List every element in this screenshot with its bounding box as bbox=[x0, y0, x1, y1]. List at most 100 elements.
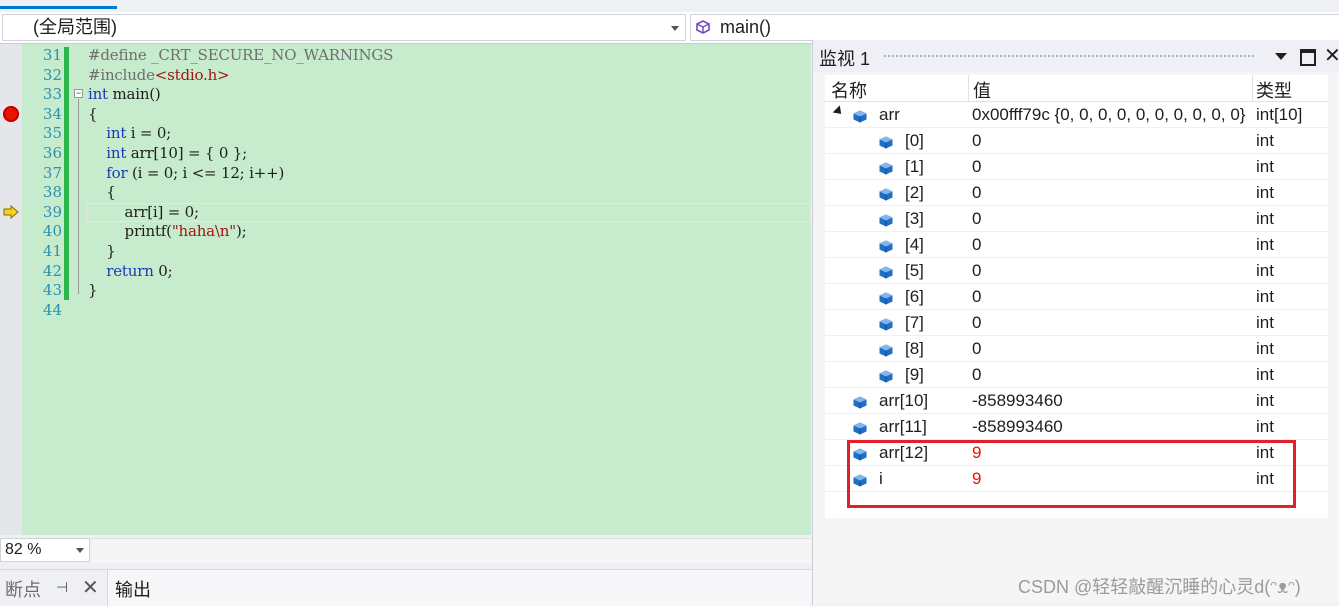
watch-variable-value[interactable]: -858993460 bbox=[972, 391, 1255, 411]
code-line[interactable]: 35 int i = 0; bbox=[0, 123, 811, 143]
horizontal-scrollbar[interactable] bbox=[92, 538, 811, 563]
watch-variable-value[interactable]: 0 bbox=[972, 183, 1255, 203]
chevron-down-icon bbox=[671, 26, 679, 31]
code-line[interactable]: 44 bbox=[0, 300, 811, 320]
line-number: 43 bbox=[42, 281, 62, 300]
watch-row[interactable]: arr[11] -858993460 int bbox=[825, 414, 1328, 440]
watch-variable-value[interactable]: 0 bbox=[972, 209, 1255, 229]
watch-variable-value[interactable]: 0 bbox=[972, 287, 1255, 307]
drag-grip[interactable] bbox=[883, 54, 1255, 59]
variable-cube-icon bbox=[879, 264, 893, 279]
expand-triangle-icon[interactable] bbox=[832, 105, 845, 118]
watch-variable-name[interactable]: arr[10] bbox=[879, 391, 928, 411]
code-line[interactable]: 34 { bbox=[0, 104, 811, 124]
watch-variable-value[interactable]: 0 bbox=[972, 339, 1255, 359]
code-line[interactable]: 31 #define _CRT_SECURE_NO_WARNINGS bbox=[0, 45, 811, 65]
code-line[interactable]: 36 int arr[10] = { 0 }; bbox=[0, 143, 811, 163]
watch-variable-type: int bbox=[1256, 391, 1274, 410]
watch-variable-name[interactable]: [9] bbox=[905, 365, 924, 385]
code-line[interactable]: 33 int main() bbox=[0, 84, 811, 104]
watch-titlebar[interactable]: 监视 1 ✕ bbox=[813, 40, 1339, 72]
line-number: 44 bbox=[42, 300, 62, 319]
watch-variable-name[interactable]: [7] bbox=[905, 313, 924, 333]
code-token: for bbox=[106, 163, 128, 182]
code-token: "haha\n" bbox=[171, 222, 236, 241]
watch-variable-name[interactable]: [8] bbox=[905, 339, 924, 359]
line-number: 32 bbox=[42, 65, 62, 84]
code-line[interactable]: 41 } bbox=[0, 241, 811, 261]
watch-variable-value[interactable]: 0 bbox=[972, 261, 1255, 281]
code-line[interactable]: 42 return 0; bbox=[0, 261, 811, 281]
close-icon[interactable]: ✕ bbox=[1324, 43, 1339, 68]
zoom-level: 82 % bbox=[5, 541, 42, 558]
column-divider[interactable] bbox=[968, 75, 969, 101]
watch-variable-value[interactable]: 0 bbox=[972, 365, 1255, 385]
watch-row[interactable]: arr 0x00fff79c {0, 0, 0, 0, 0, 0, 0, 0, 0… bbox=[825, 102, 1328, 128]
window-menu-dropdown-icon[interactable] bbox=[1275, 53, 1287, 60]
watch-row[interactable]: [8] 0 int bbox=[825, 336, 1328, 362]
watch-variable-value[interactable]: 0 bbox=[972, 235, 1255, 255]
code-line[interactable]: 39 arr[i] = 0; bbox=[0, 202, 811, 222]
code-line[interactable]: 38 { bbox=[0, 182, 811, 202]
line-code: printf("haha\n"); bbox=[88, 221, 247, 241]
watch-variable-name[interactable]: [6] bbox=[905, 287, 924, 307]
maximize-icon[interactable] bbox=[1300, 49, 1316, 66]
watch-row[interactable]: [1] 0 int bbox=[825, 154, 1328, 180]
code-editor[interactable]: − 31 #define _CRT_SECURE_NO_WARNINGS 32 #in… bbox=[0, 44, 811, 535]
code-line[interactable]: 37 for (i = 0; i <= 12; i++) bbox=[0, 163, 811, 183]
function-dropdown[interactable]: main() bbox=[690, 14, 1339, 41]
tab-breakpoints[interactable]: 断点 bbox=[5, 576, 41, 602]
line-number: 39 bbox=[42, 202, 62, 221]
column-divider[interactable] bbox=[1252, 75, 1253, 101]
code-line[interactable]: 40 printf("haha\n"); bbox=[0, 221, 811, 241]
watch-variable-value[interactable]: 0 bbox=[972, 131, 1255, 151]
watermark: CSDN @轻轻敲醒沉睡的心灵d(ᵔᴥᵔ) bbox=[1018, 577, 1301, 597]
code-line[interactable]: 32 #include<stdio.h> bbox=[0, 65, 811, 85]
column-header-name[interactable]: 名称 bbox=[831, 77, 867, 103]
variable-cube-icon bbox=[879, 134, 893, 149]
watch-variable-name[interactable]: [2] bbox=[905, 183, 924, 203]
variable-cube-icon bbox=[853, 420, 867, 435]
pin-icon[interactable]: ⊣ bbox=[56, 579, 68, 596]
watch-variable-name[interactable]: [0] bbox=[905, 131, 924, 151]
watch-variable-value[interactable]: 0 bbox=[972, 157, 1255, 177]
watch-variable-name[interactable]: [5] bbox=[905, 261, 924, 281]
watch-row[interactable]: [7] 0 int bbox=[825, 310, 1328, 336]
editor-zoom-bar: 82 % bbox=[0, 536, 811, 564]
watch-row[interactable]: [2] 0 int bbox=[825, 180, 1328, 206]
annotation-highlight-box bbox=[847, 440, 1296, 508]
code-line[interactable]: 43} bbox=[0, 280, 811, 300]
watch-variable-name[interactable]: arr bbox=[879, 105, 900, 125]
scope-dropdown[interactable]: (全局范围) bbox=[2, 14, 686, 41]
code-token: printf( bbox=[88, 222, 172, 241]
watch-variable-name[interactable]: [3] bbox=[905, 209, 924, 229]
code-token: <stdio.h> bbox=[154, 65, 230, 84]
line-code: } bbox=[88, 241, 116, 261]
watch-row[interactable]: [3] 0 int bbox=[825, 206, 1328, 232]
tab-output[interactable]: 输出 bbox=[107, 570, 812, 606]
watch-variable-value[interactable]: -858993460 bbox=[972, 417, 1255, 437]
watch-row[interactable]: [4] 0 int bbox=[825, 232, 1328, 258]
watch-row[interactable]: [9] 0 int bbox=[825, 362, 1328, 388]
watch-variable-value[interactable]: 0x00fff79c {0, 0, 0, 0, 0, 0, 0, 0, 0, 0… bbox=[972, 105, 1255, 125]
close-icon[interactable]: ✕ bbox=[82, 575, 99, 600]
variable-cube-icon bbox=[853, 394, 867, 409]
watch-variable-name[interactable]: [4] bbox=[905, 235, 924, 255]
variable-cube-icon bbox=[879, 186, 893, 201]
watch-row[interactable]: [0] 0 int bbox=[825, 128, 1328, 154]
watch-variable-value[interactable]: 0 bbox=[972, 313, 1255, 333]
watch-row[interactable]: [6] 0 int bbox=[825, 284, 1328, 310]
watch-variable-name[interactable]: [1] bbox=[905, 157, 924, 177]
code-token: int bbox=[106, 124, 127, 143]
column-header-value[interactable]: 值 bbox=[973, 77, 991, 103]
watch-variable-type: int bbox=[1256, 417, 1274, 436]
code-token: arr[i] = 0; bbox=[88, 202, 200, 221]
watch-row[interactable]: arr[10] -858993460 int bbox=[825, 388, 1328, 414]
column-header-type[interactable]: 类型 bbox=[1256, 77, 1292, 103]
watch-row[interactable]: [5] 0 int bbox=[825, 258, 1328, 284]
watch-variable-name[interactable]: arr[11] bbox=[879, 417, 927, 437]
zoom-dropdown[interactable]: 82 % bbox=[0, 538, 90, 562]
variable-cube-icon bbox=[879, 342, 893, 357]
